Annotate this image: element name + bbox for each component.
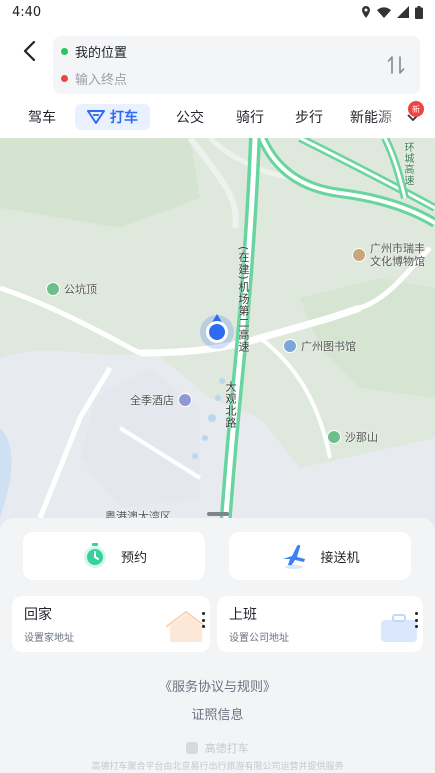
transport-mode-tabs: 驾车 打车 公交 骑行 步行 新能源 新 bbox=[0, 100, 435, 138]
start-dot-icon bbox=[61, 47, 68, 55]
status-time: 4:40 bbox=[12, 4, 42, 20]
start-location-label: 我的位置 bbox=[75, 45, 128, 61]
airport-transfer-button[interactable]: 接送机 bbox=[229, 532, 411, 580]
status-bar: 4:40 bbox=[0, 0, 435, 24]
poi-museum-label: 广州市瑞丰文化博物馆 bbox=[370, 242, 425, 268]
wifi-icon bbox=[377, 6, 391, 18]
home-subtitle: 设置家地址 bbox=[24, 633, 74, 644]
poi-hotel[interactable]: 全季酒店 bbox=[130, 392, 192, 408]
work-address-card[interactable]: 上班 设置公司地址 bbox=[217, 596, 423, 652]
hotel-icon bbox=[178, 393, 192, 407]
new-badge: 新 bbox=[408, 101, 424, 117]
taxi-logo-icon bbox=[87, 110, 105, 124]
work-subtitle: 设置公司地址 bbox=[229, 633, 289, 644]
poi-hotel-label: 全季酒店 bbox=[130, 394, 174, 407]
home-address-card[interactable]: 回家 设置家地址 bbox=[12, 596, 210, 652]
poi-shanashan[interactable]: 沙那山 bbox=[327, 429, 378, 445]
road-label-top-right: 环城高速 bbox=[402, 142, 413, 186]
tab-bus[interactable]: 公交 bbox=[170, 104, 210, 130]
route-header: 我的位置 输入终点 bbox=[0, 24, 435, 100]
destination-field[interactable]: 输入终点 bbox=[61, 65, 127, 91]
tab-bike[interactable]: 骑行 bbox=[230, 104, 270, 130]
route-input-box: 我的位置 输入终点 bbox=[53, 36, 420, 94]
end-dot-icon bbox=[61, 74, 68, 82]
poi-museum[interactable]: 广州市瑞丰文化博物馆 bbox=[352, 242, 434, 268]
current-location-marker[interactable] bbox=[206, 321, 228, 343]
tab-drive[interactable]: 驾车 bbox=[22, 104, 62, 130]
tab-taxi[interactable]: 打车 bbox=[75, 104, 150, 130]
poi-library[interactable]: 广州图书馆 bbox=[283, 338, 356, 354]
service-agreement-link[interactable]: 《服务协议与规则》 bbox=[0, 676, 435, 695]
location-status-icon bbox=[361, 6, 371, 18]
swap-route-button[interactable] bbox=[384, 53, 408, 77]
tab-taxi-label: 打车 bbox=[110, 110, 138, 126]
signal-icon bbox=[397, 6, 409, 18]
poi-shanashan-label: 沙那山 bbox=[345, 431, 378, 444]
battery-icon bbox=[415, 5, 423, 19]
footer-logo: 高德打车 bbox=[0, 740, 435, 756]
mountain-icon bbox=[46, 282, 60, 296]
clock-icon bbox=[83, 543, 106, 568]
mountain-icon bbox=[327, 430, 341, 444]
museum-icon bbox=[352, 248, 366, 262]
road-label-airport-expressway: (在建)机场第二高速 bbox=[237, 246, 250, 353]
map-view[interactable]: 广州市瑞丰文化博物馆 广州图书馆 公坑顶 全季酒店 沙那山 粤港澳大湾区 (在建… bbox=[0, 138, 435, 528]
work-title: 上班 bbox=[229, 607, 257, 623]
airport-transfer-label: 接送机 bbox=[320, 550, 360, 566]
back-arrow-icon bbox=[23, 40, 36, 62]
destination-placeholder: 输入终点 bbox=[75, 72, 128, 88]
work-more-button[interactable] bbox=[413, 612, 419, 628]
license-info-link[interactable]: 证照信息 bbox=[0, 704, 435, 723]
taxi-footer-icon bbox=[186, 742, 199, 754]
home-more-button[interactable] bbox=[200, 612, 206, 628]
back-button[interactable] bbox=[14, 36, 44, 66]
reserve-label: 预约 bbox=[120, 550, 147, 566]
poi-library-label: 广州图书馆 bbox=[301, 340, 356, 353]
poi-gongkengding[interactable]: 公坑顶 bbox=[46, 281, 97, 297]
footer-note: 高德打车聚合平台由北京易行出行旅游有限公司运营并提供服务 bbox=[91, 762, 344, 772]
start-location-field[interactable]: 我的位置 bbox=[61, 38, 127, 64]
home-title: 回家 bbox=[24, 607, 52, 623]
sheet-drag-handle[interactable] bbox=[207, 512, 229, 516]
footer-logo-text: 高德打车 bbox=[204, 742, 249, 755]
reserve-button[interactable]: 预约 bbox=[23, 532, 205, 580]
tab-walk[interactable]: 步行 bbox=[289, 104, 329, 130]
poi-gongkengding-label: 公坑顶 bbox=[64, 283, 97, 296]
swap-icon bbox=[387, 56, 405, 74]
airplane-icon bbox=[283, 544, 306, 569]
library-icon bbox=[283, 339, 297, 353]
road-label-daguan-north: 大观北路 bbox=[224, 381, 237, 429]
